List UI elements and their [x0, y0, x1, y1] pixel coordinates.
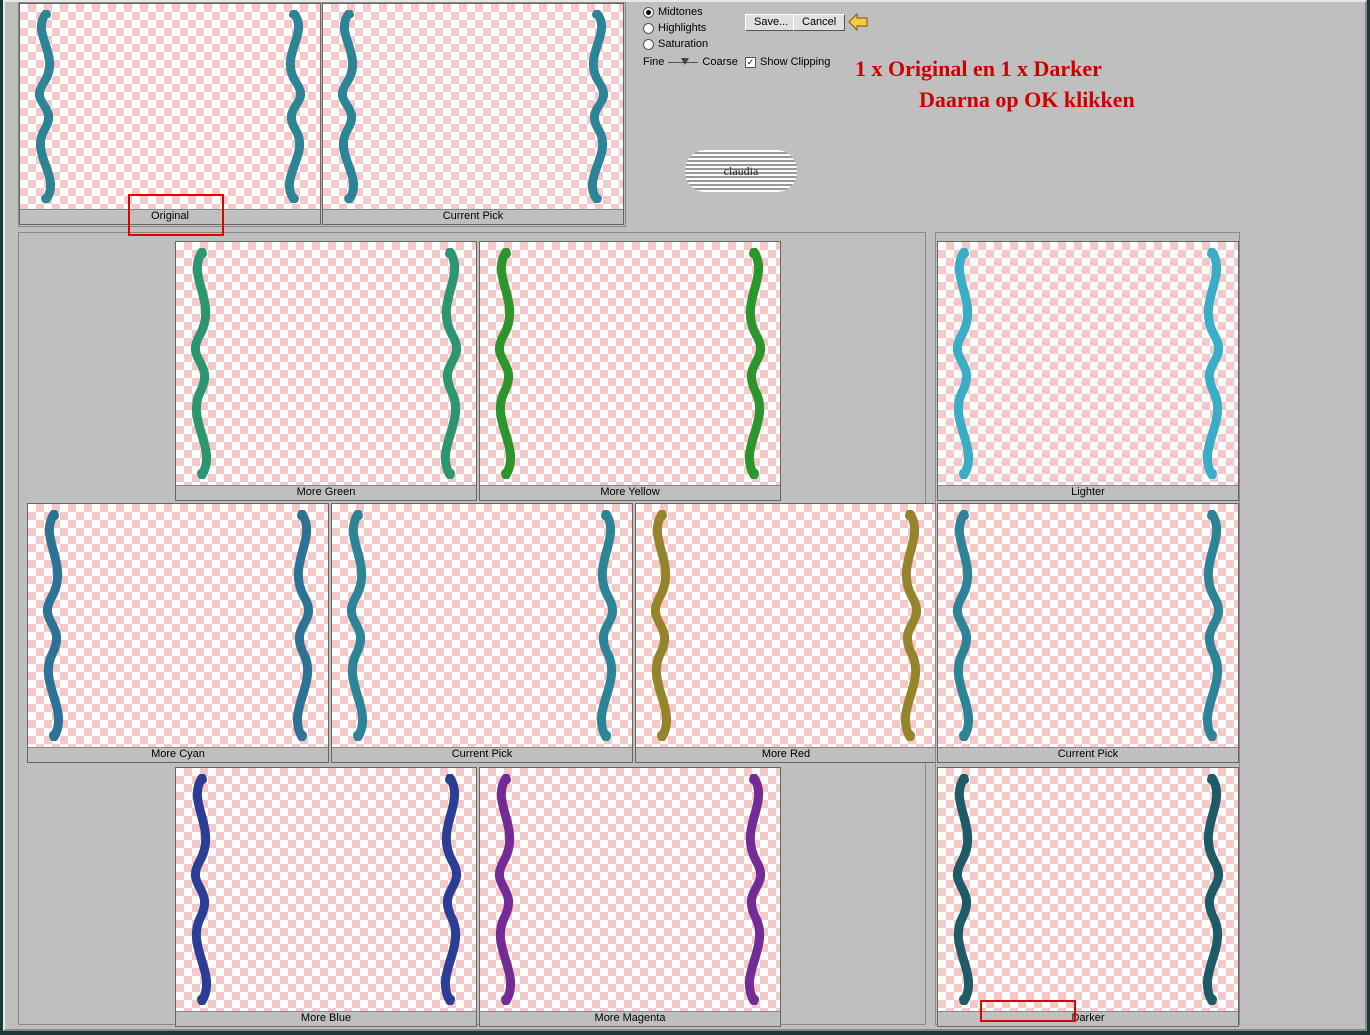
save-button[interactable]: Save... [745, 14, 797, 31]
top-preview-pane: Original Current Pick [18, 2, 626, 227]
watermark-text: claudia [724, 164, 759, 179]
flourish-icon [274, 10, 314, 203]
radio-midtones[interactable]: Midtones [643, 4, 708, 20]
slider-thumb-icon [681, 58, 689, 65]
watermark-badge: claudia [685, 150, 797, 192]
thumb-current-pick-main[interactable]: Current Pick [331, 503, 633, 763]
tone-radio-group: Midtones Highlights Saturation [643, 4, 708, 52]
thumb-caption: Current Pick [938, 747, 1238, 762]
thumb-image [938, 242, 1238, 485]
slider-label-fine: Fine [643, 56, 664, 68]
radio-label: Highlights [658, 22, 706, 34]
slider-label-coarse: Coarse [702, 56, 737, 68]
thumb-image [636, 504, 936, 747]
radio-icon [643, 23, 654, 34]
thumb-caption: Lighter [938, 485, 1238, 500]
radio-highlights[interactable]: Highlights [643, 20, 708, 36]
thumb-caption: Current Pick [332, 747, 632, 762]
thumb-image [938, 768, 1238, 1011]
radio-label: Saturation [658, 38, 708, 50]
thumb-image [176, 768, 476, 1011]
radio-icon [643, 39, 654, 50]
thumb-current-pick-top[interactable]: Current Pick [322, 3, 624, 225]
cancel-button[interactable]: Cancel [793, 14, 845, 31]
thumb-more-magenta[interactable]: More Magenta [479, 767, 781, 1027]
slider-track[interactable] [668, 62, 698, 63]
color-variations-pane: More Green More Yellow More Cyan [18, 232, 926, 1025]
thumb-image [332, 504, 632, 747]
thumb-caption: More Magenta [480, 1011, 780, 1026]
thumb-image [323, 4, 623, 209]
radio-saturation[interactable]: Saturation [643, 36, 708, 52]
flourish-icon [577, 10, 617, 203]
controls-panel: Midtones Highlights Saturation Save... C… [635, 2, 1365, 227]
checkbox-icon [745, 57, 756, 68]
flourish-icon [329, 10, 369, 203]
thumb-darker[interactable]: Darker [937, 767, 1239, 1027]
thumb-caption: Current Pick [323, 209, 623, 224]
thumb-current-pick-brightness[interactable]: Current Pick [937, 503, 1239, 763]
thumb-caption: Darker [938, 1011, 1238, 1026]
thumb-image [28, 504, 328, 747]
instruction-text: 1 x Original en 1 x Darker Daarna op OK … [855, 54, 1135, 116]
thumb-more-yellow[interactable]: More Yellow [479, 241, 781, 501]
thumb-image [938, 504, 1238, 747]
checkbox-label: Show Clipping [760, 56, 830, 68]
thumb-image [480, 768, 780, 1011]
thumb-caption: Original [20, 209, 320, 224]
fine-coarse-slider[interactable]: Fine Coarse [643, 56, 738, 68]
instruction-line2: Daarna op OK klikken [855, 85, 1135, 116]
thumb-caption: More Green [176, 485, 476, 500]
thumb-more-red[interactable]: More Red [635, 503, 937, 763]
thumb-lighter[interactable]: Lighter [937, 241, 1239, 501]
instruction-line1: 1 x Original en 1 x Darker [855, 56, 1102, 81]
thumb-original[interactable]: Original [19, 3, 321, 225]
thumb-caption: More Blue [176, 1011, 476, 1026]
thumb-image [20, 4, 320, 209]
thumb-caption: More Yellow [480, 485, 780, 500]
thumb-image [176, 242, 476, 485]
brightness-variations-pane: Lighter Current Pick Darker [935, 232, 1240, 1025]
pointer-hand-icon [845, 8, 871, 34]
thumb-caption: More Red [636, 747, 936, 762]
show-clipping-checkbox[interactable]: Show Clipping [745, 56, 830, 68]
flourish-icon [26, 10, 66, 203]
thumb-caption: More Cyan [28, 747, 328, 762]
thumb-more-cyan[interactable]: More Cyan [27, 503, 329, 763]
thumb-more-green[interactable]: More Green [175, 241, 477, 501]
thumb-more-blue[interactable]: More Blue [175, 767, 477, 1027]
radio-icon [643, 7, 654, 18]
thumb-image [480, 242, 780, 485]
variations-dialog: Original Current Pick Midtones Highlight… [3, 0, 1367, 1031]
radio-label: Midtones [658, 6, 703, 18]
